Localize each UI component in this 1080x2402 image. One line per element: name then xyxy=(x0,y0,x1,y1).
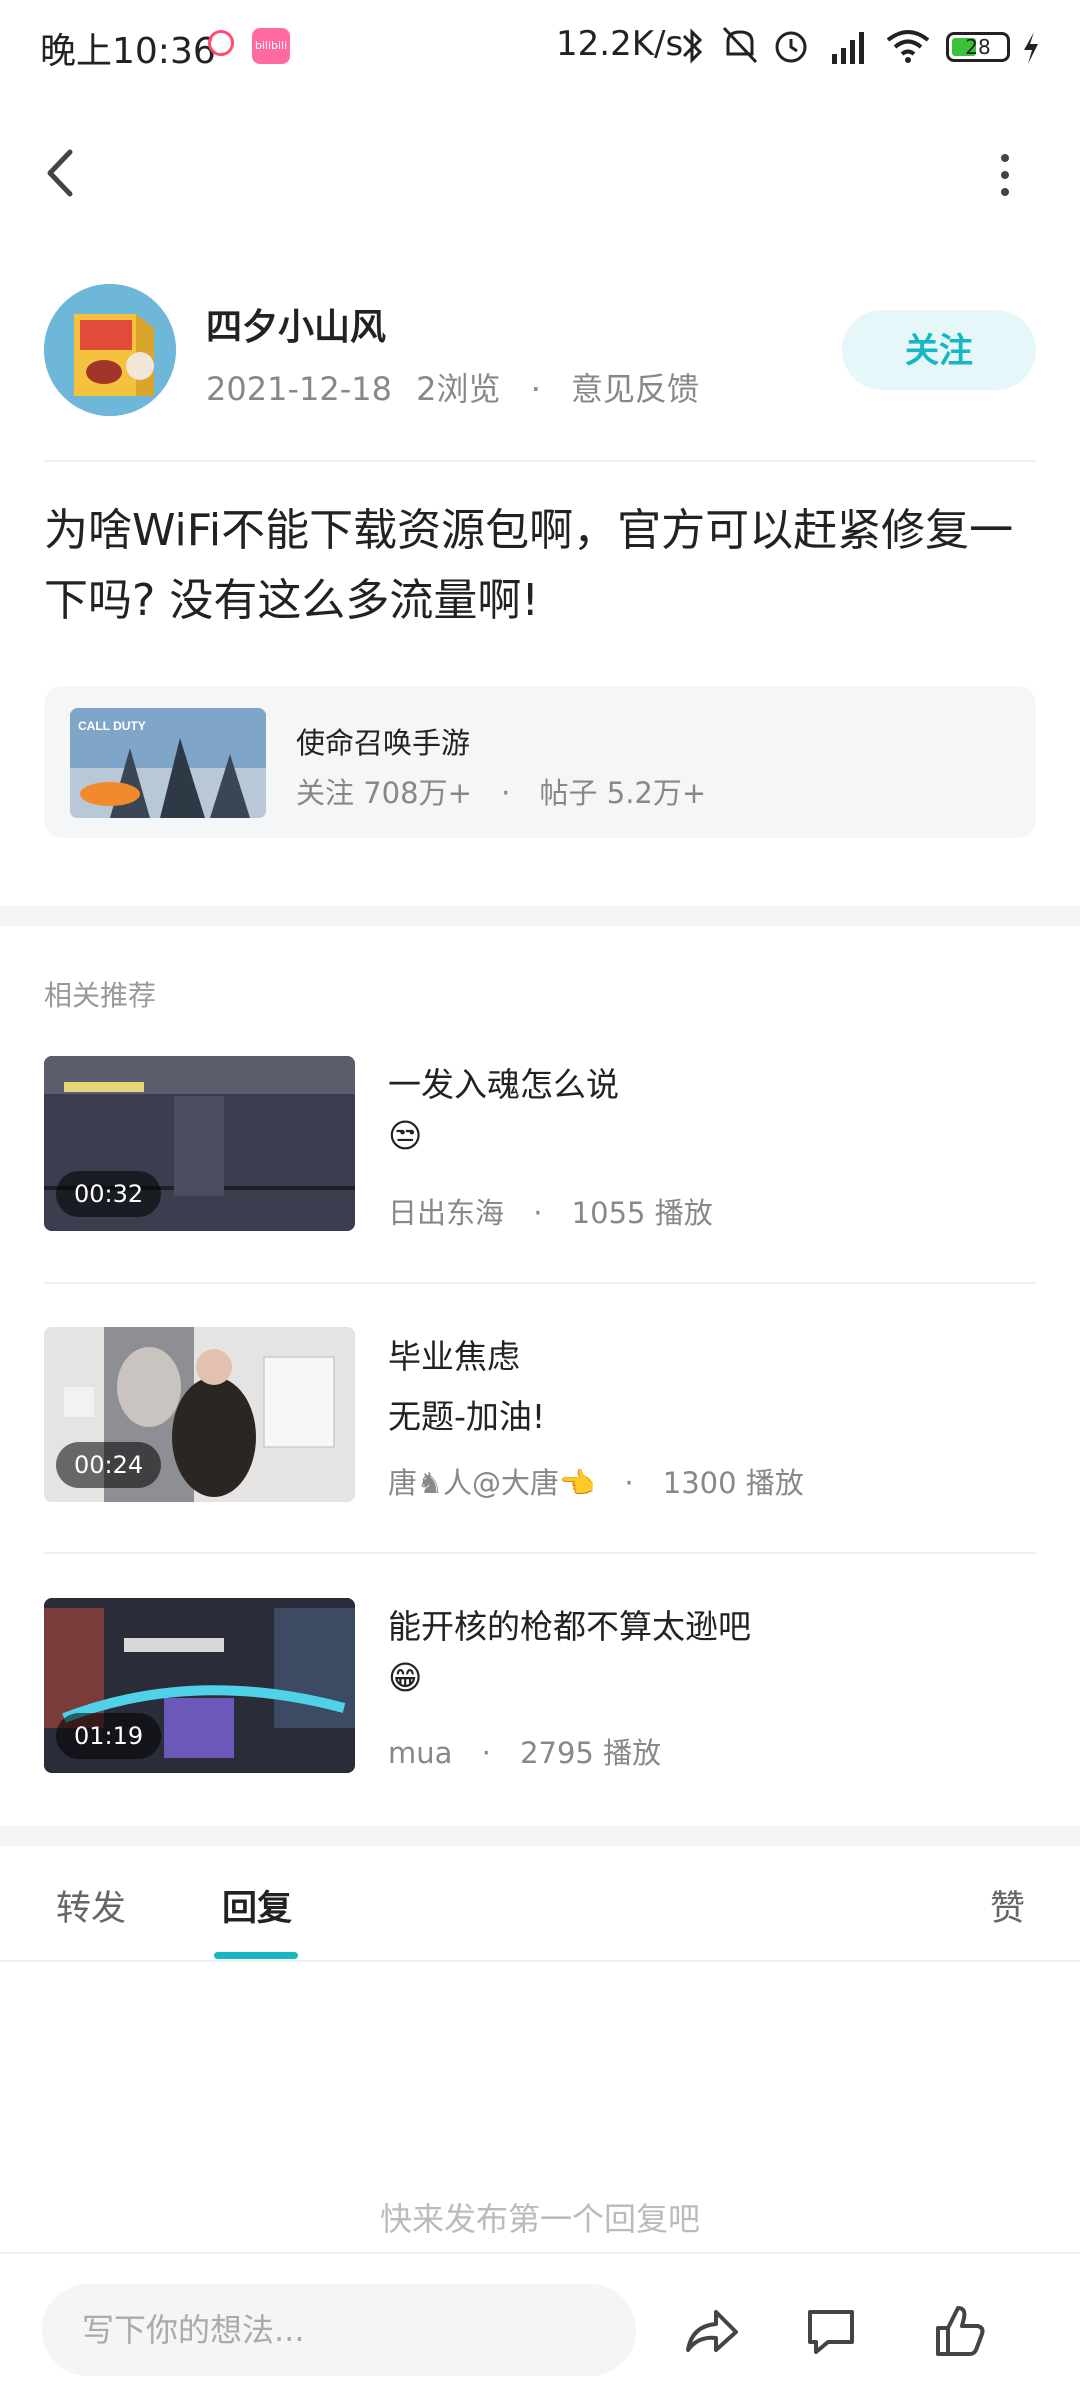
tab-reply[interactable]: 回复 xyxy=(222,1880,292,1931)
video-author: 日出东海 xyxy=(388,1196,505,1230)
post-text: 为啥WiFi不能下载资源包啊，官方可以赶紧修复一下吗? 没有这么多流量啊! xyxy=(44,505,1014,626)
meta-separator: · xyxy=(530,370,541,408)
share-icon[interactable] xyxy=(682,2302,740,2360)
video-author: 唐♞人@大唐👈 xyxy=(388,1466,596,1500)
topic-posts: 帖子 5.2万+ xyxy=(539,776,707,810)
avatar-image xyxy=(44,284,176,416)
topic-thumbnail: CALL DUTY xyxy=(70,708,266,818)
video-author: mua xyxy=(388,1736,453,1770)
post-meta: 2021-12-18 2浏览 · 意见反馈 xyxy=(206,364,699,410)
video-meta-separator: · xyxy=(624,1466,634,1500)
bluetooth-icon xyxy=(682,28,703,64)
battery-icon: 28 xyxy=(946,32,1010,62)
video-meta: mua · 2795 播放 xyxy=(388,1730,661,1772)
tab-forward[interactable]: 转发 xyxy=(56,1880,126,1931)
video-title[interactable]: 能开核的枪都不算太逊吧 xyxy=(388,1600,751,1648)
comment-input[interactable]: 写下你的想法... xyxy=(42,2284,636,2376)
section-gap xyxy=(0,1826,1080,1846)
divider xyxy=(44,1282,1036,1284)
bilibili-app-icon: bilibili xyxy=(252,28,290,64)
view-count: 2浏览 xyxy=(416,370,501,408)
charging-icon xyxy=(1024,32,1038,64)
tab-active-indicator xyxy=(214,1952,298,1959)
video-plays: 2795 播放 xyxy=(520,1736,662,1770)
video-plays: 1055 播放 xyxy=(571,1196,713,1230)
post-date: 2021-12-18 xyxy=(206,370,392,408)
video-title[interactable]: 毕业焦虑 xyxy=(388,1330,520,1378)
tab-like[interactable]: 赞 xyxy=(990,1880,1025,1931)
video-thumbnail[interactable]: 01:19 xyxy=(44,1598,355,1773)
empty-replies-message: 快来发布第一个回复吧 xyxy=(379,2200,700,2238)
topic-card[interactable]: CALL DUTY 使命召唤手游 关注 708万+ · 帖子 5.2万+ xyxy=(44,686,1036,838)
video-duration: 00:32 xyxy=(56,1171,162,1217)
feedback-link[interactable]: 意见反馈 xyxy=(571,370,699,408)
video-duration: 01:19 xyxy=(56,1713,162,1759)
divider xyxy=(44,460,1036,462)
video-subtitle: 😒 xyxy=(388,1116,423,1155)
video-meta-separator: · xyxy=(481,1736,491,1770)
section-gap xyxy=(0,906,1080,926)
author-name[interactable]: 四夕小山风 xyxy=(206,298,386,350)
status-bar: 晚上10:36 bilibili 12.2K/s 28 xyxy=(0,0,1080,96)
divider xyxy=(44,1552,1036,1554)
topic-name: 使命召唤手游 xyxy=(296,726,471,760)
topic-followers: 关注 708万+ xyxy=(296,776,472,810)
author-avatar[interactable] xyxy=(44,284,176,416)
topic-cover-image: CALL DUTY xyxy=(70,708,266,818)
network-speed: 12.2K/s xyxy=(556,24,684,64)
video-meta: 唐♞人@大唐👈 · 1300 播放 xyxy=(388,1460,804,1502)
video-subtitle: 😁 xyxy=(388,1658,423,1697)
video-thumbnail[interactable]: 00:32 xyxy=(44,1056,355,1231)
battery-level: 28 xyxy=(965,35,991,59)
section-title-recommend: 相关推荐 xyxy=(44,979,157,1012)
video-meta-separator: · xyxy=(533,1196,543,1230)
video-meta: 日出东海 · 1055 播放 xyxy=(388,1190,713,1232)
notification-app-icon xyxy=(208,30,234,56)
more-options-icon[interactable] xyxy=(990,150,1020,200)
back-arrow-icon[interactable] xyxy=(40,146,82,200)
topic-stats: 关注 708万+ · 帖子 5.2万+ xyxy=(296,770,706,812)
video-plays: 1300 播放 xyxy=(662,1466,804,1500)
follow-button[interactable]: 关注 xyxy=(842,310,1036,390)
alarm-icon xyxy=(775,31,807,63)
video-thumbnail[interactable]: 00:24 xyxy=(44,1327,355,1502)
thumbs-up-icon[interactable] xyxy=(930,2302,988,2360)
comment-icon[interactable] xyxy=(802,2302,860,2360)
video-duration: 00:24 xyxy=(56,1442,162,1488)
status-time: 晚上10:36 xyxy=(40,31,216,72)
bottom-bar: 写下你的想法... xyxy=(0,2252,1080,2402)
tab-divider xyxy=(0,1960,1080,1962)
video-title[interactable]: 一发入魂怎么说 xyxy=(388,1058,619,1106)
topic-thumb-label: CALL DUTY xyxy=(78,719,146,733)
topic-separator: · xyxy=(501,776,511,810)
wifi-icon xyxy=(886,30,930,63)
video-subtitle: 无题-加油! xyxy=(388,1397,546,1436)
signal-icon xyxy=(832,32,864,64)
mute-bell-icon xyxy=(722,26,758,64)
